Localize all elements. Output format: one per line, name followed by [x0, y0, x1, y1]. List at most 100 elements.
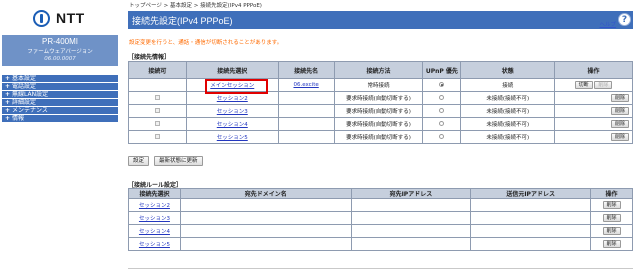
rule-session-link-3[interactable]: セッション3 [139, 216, 170, 222]
col-header-src-ip: 送信元IPアドレス [470, 188, 592, 199]
operation-cell: 削除 [554, 104, 633, 118]
upnp-cell [422, 117, 462, 131]
logo-text: NTT [56, 10, 85, 26]
method-cell: 要求時接続(自動切断する) [333, 104, 424, 118]
delete-button[interactable]: 削除 [594, 81, 613, 89]
connection-name-link[interactable]: 06.excite [293, 82, 318, 88]
name-cell [277, 130, 335, 144]
status-cell: 未接続(接続不可) [460, 104, 556, 118]
operation-cell: 削除 [590, 224, 633, 238]
delete-button[interactable]: 削除 [602, 240, 621, 248]
settings-button[interactable]: 設定 [128, 156, 150, 166]
src-ip-cell [470, 211, 592, 225]
upnp-radio[interactable] [439, 121, 445, 126]
session-link-3[interactable]: セッション3 [217, 109, 248, 115]
delete-button[interactable]: 削除 [602, 214, 621, 222]
domain-cell [179, 237, 352, 251]
upnp-radio[interactable] [439, 82, 445, 87]
session-link-5[interactable]: セッション5 [217, 135, 248, 141]
rule-session-link-4[interactable]: セッション4 [139, 229, 170, 235]
plus-icon: + [5, 83, 11, 90]
enable-cell [128, 130, 187, 144]
domain-cell [179, 224, 352, 238]
col-header-select: 接続先選択 [185, 61, 279, 79]
sidebar-item-info[interactable]: + 情報 [2, 115, 118, 123]
name-cell [277, 117, 335, 131]
operation-cell: 削除 [554, 117, 633, 131]
enable-checkbox[interactable] [154, 121, 160, 126]
method-cell: 要求時接続(自動切断する) [333, 130, 424, 144]
status-cell: 未接続(接続不可) [460, 91, 556, 105]
action-buttons: 設定 最新状態に更新 [128, 156, 203, 166]
plus-icon: + [5, 99, 11, 106]
operation-cell: 削除 [590, 198, 633, 212]
src-ip-cell [470, 198, 592, 212]
breadcrumb-top-link[interactable]: トップページ [129, 3, 162, 9]
col-header-operation: 操作 [590, 188, 633, 199]
disconnect-button[interactable]: 切断 [574, 81, 593, 89]
page-title: 接続先設定(IPv4 PPPoE) [132, 16, 233, 26]
rule-session-link-5[interactable]: セッション5 [139, 242, 170, 248]
plus-icon: + [5, 75, 11, 82]
breadcrumb-basic-link[interactable]: 基本設定 [170, 3, 192, 9]
delete-button[interactable]: 削除 [602, 227, 621, 235]
table-row: セッション3 削除 [128, 211, 633, 225]
upnp-radio[interactable] [439, 134, 445, 139]
name-cell [277, 91, 335, 105]
sidebar-item-label: メンテナンス [12, 107, 48, 114]
enable-checkbox[interactable] [154, 134, 160, 139]
upnp-radio[interactable] [439, 95, 445, 100]
col-header-dest-ip: 宛先IPアドレス [350, 188, 472, 199]
sidebar-item-label: 電話設定 [12, 83, 37, 90]
title-bar: 接続先設定(IPv4 PPPoE) ヘルプ ? [128, 11, 633, 29]
enable-cell [128, 104, 187, 118]
breadcrumb-separator: > [161, 3, 170, 9]
rule-session-link-2[interactable]: セッション2 [139, 203, 170, 209]
delete-button[interactable]: 削除 [610, 107, 629, 115]
delete-button[interactable]: 削除 [610, 133, 629, 141]
firmware-version: 06.00.0007 [44, 56, 76, 62]
sidebar-item-advanced[interactable]: + 詳細設定 [2, 99, 118, 107]
upnp-radio[interactable] [439, 108, 445, 113]
name-cell: 06.excite [277, 78, 335, 92]
upnp-cell [422, 130, 462, 144]
firmware-label: ファームウェアバージョン [27, 49, 93, 55]
help-area: ヘルプ ? [599, 13, 631, 28]
sidebar-item-basic[interactable]: + 基本設定 [2, 75, 118, 83]
upnp-cell [422, 91, 462, 105]
operation-cell: 切断 削除 [554, 78, 633, 92]
sidebar-item-label: 情報 [12, 115, 25, 122]
warning-notice: 設定変更を行うと、通話・通信が切断されることがあります。 [129, 40, 283, 46]
table-row: セッション5 削除 [128, 237, 633, 251]
sidebar-item-wireless[interactable]: + 無線LAN設定 [2, 91, 118, 99]
refresh-button[interactable]: 最新状態に更新 [154, 156, 203, 166]
plus-icon: + [5, 91, 11, 98]
main-content: トップページ > 基本設定 > 接続先設定(IPv4 PPPoE) 接続先設定(… [125, 0, 640, 276]
delete-button[interactable]: 削除 [610, 94, 629, 102]
col-header-status: 状態 [460, 61, 556, 79]
method-cell: 要求時接続(自動切断する) [333, 117, 424, 131]
sidebar-item-maintenance[interactable]: + メンテナンス [2, 107, 118, 115]
src-ip-cell [470, 237, 592, 251]
delete-button[interactable]: 削除 [602, 201, 621, 209]
connections-section-title: ［接続先情報］ [128, 54, 171, 61]
sidebar-item-label: 無線LAN設定 [12, 91, 49, 98]
table-row: セッション3 要求時接続(自動切断する) 未接続(接続不可) 削除 [128, 104, 633, 118]
delete-button[interactable]: 削除 [610, 120, 629, 128]
session-link-4[interactable]: セッション4 [217, 122, 248, 128]
col-header-domain: 宛先ドメイン名 [179, 188, 352, 199]
status-cell: 未接続(接続不可) [460, 130, 556, 144]
table-row: セッション4 削除 [128, 224, 633, 238]
session-link-2[interactable]: セッション2 [217, 96, 248, 102]
enable-checkbox[interactable] [154, 108, 160, 113]
sidebar: NTT PR-400MI ファームウェアバージョン 06.00.0007 + 基本… [0, 0, 119, 276]
dest-ip-cell [350, 237, 472, 251]
dest-ip-cell [350, 211, 472, 225]
sidebar-menu: + 基本設定 + 電話設定 + 無線LAN設定 + 詳細設定 + メンテナンス + 情報 [2, 75, 118, 123]
enable-checkbox[interactable] [154, 95, 160, 100]
help-icon[interactable]: ? [618, 13, 631, 26]
ntt-logo: NTT [33, 8, 93, 28]
dest-ip-cell [350, 198, 472, 212]
sidebar-item-phone[interactable]: + 電話設定 [2, 83, 118, 91]
help-link[interactable]: ヘルプ [599, 20, 616, 28]
